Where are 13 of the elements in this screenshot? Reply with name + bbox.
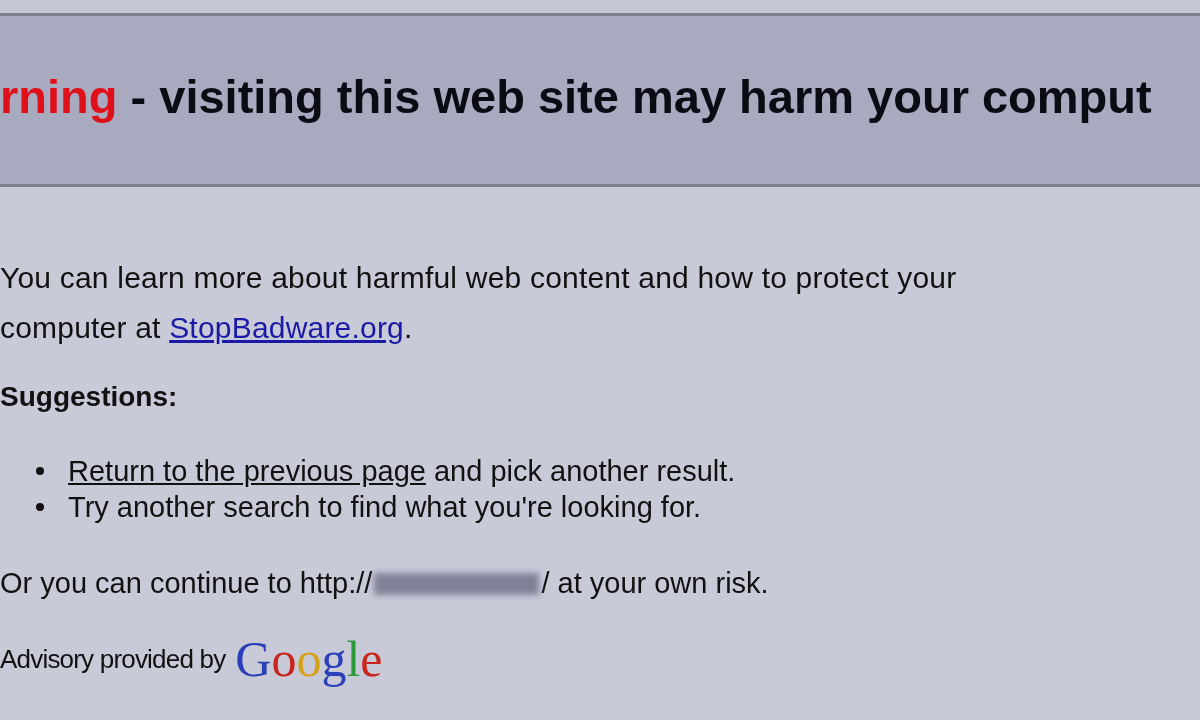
suggestions-heading: Suggestions:: [0, 381, 179, 413]
advisory-text: Advisory provided by: [0, 643, 226, 675]
bullet-icon: [36, 467, 44, 475]
continue-text-end: / at your own risk.: [541, 567, 769, 600]
bullet-icon: [36, 503, 44, 511]
warning-heading: rning - visiting this web site may harm your comput: [0, 68, 1152, 124]
google-logo: Google: [235, 630, 383, 688]
intro-paragraph: You can learn more about harmful web content and how to protect your computer at StopBadware.org.: [0, 260, 958, 346]
suggestion-text: Try another search to find what you're looking for.: [68, 490, 702, 524]
suggestion-text: Return to the previous page and pick another result.: [68, 454, 736, 488]
stopbadware-link[interactable]: StopBadware.org: [169, 311, 404, 344]
continue-text: Or you can continue to http://: [0, 567, 373, 600]
previous-page-link[interactable]: Return to the previous page: [68, 454, 426, 487]
